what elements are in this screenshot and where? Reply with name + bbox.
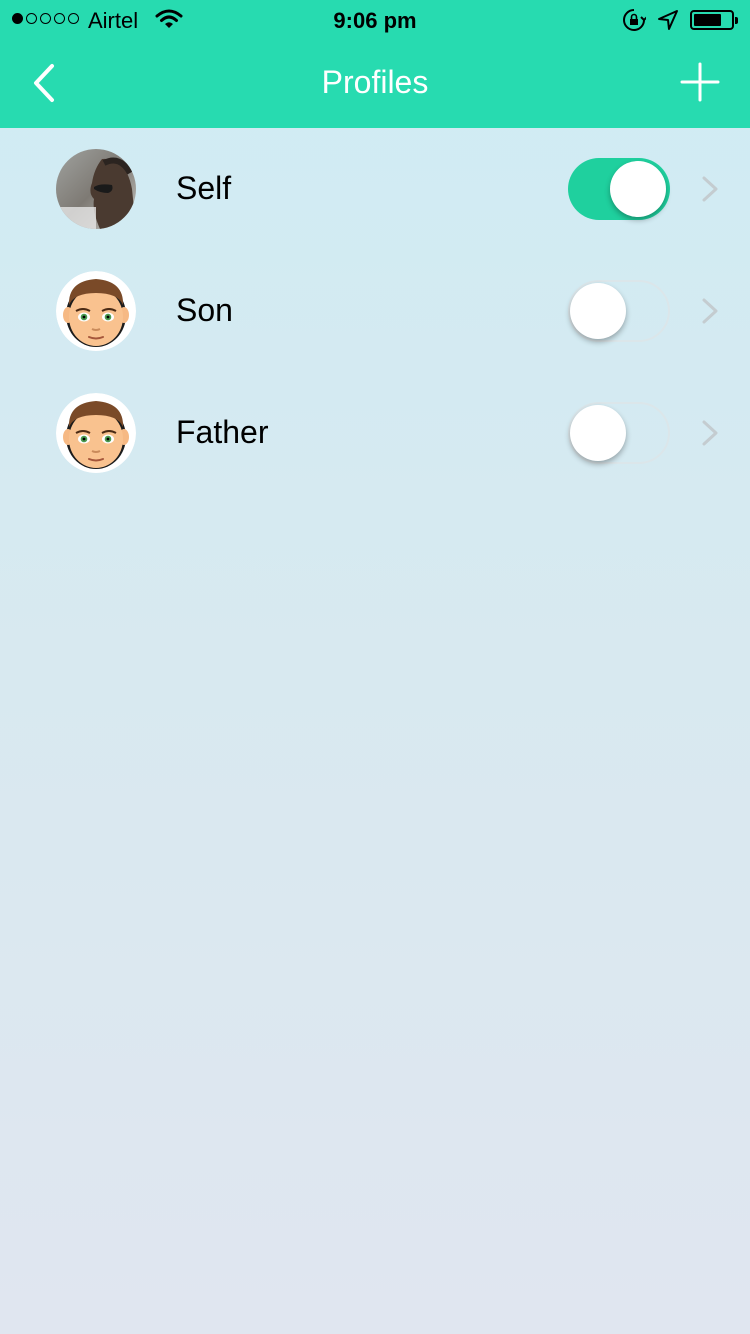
profile-name: Father xyxy=(176,414,269,450)
profile-row-self[interactable]: Self xyxy=(0,128,750,250)
add-profile-button[interactable] xyxy=(678,60,722,104)
status-bar: Airtel 9:06 pm xyxy=(0,0,750,40)
profile-name: Son xyxy=(176,292,233,328)
profile-toggle[interactable] xyxy=(568,158,670,220)
navigation-bar: Profiles xyxy=(0,40,750,128)
chevron-right-icon[interactable] xyxy=(700,175,720,203)
rotation-lock-icon xyxy=(622,8,648,38)
location-arrow-icon xyxy=(656,8,680,38)
profile-list: Self Son Father xyxy=(0,128,750,494)
cartoon-man-avatar xyxy=(56,271,136,351)
profile-row-son[interactable]: Son xyxy=(0,250,750,372)
profile-name: Self xyxy=(176,170,232,206)
profile-toggle[interactable] xyxy=(568,280,670,342)
chevron-right-icon[interactable] xyxy=(700,297,720,325)
profile-toggle[interactable] xyxy=(568,402,670,464)
chevron-right-icon[interactable] xyxy=(700,419,720,447)
toggle-knob xyxy=(610,161,666,217)
cartoon-man-avatar xyxy=(56,393,136,473)
toggle-knob xyxy=(570,283,626,339)
photo-avatar xyxy=(56,149,136,229)
toggle-knob xyxy=(570,405,626,461)
header-bar: Airtel 9:06 pm Profiles xyxy=(0,0,750,128)
page-title: Profiles xyxy=(321,64,429,100)
plus-icon xyxy=(680,62,720,102)
profile-row-father[interactable]: Father xyxy=(0,372,750,494)
battery-icon xyxy=(690,10,738,30)
